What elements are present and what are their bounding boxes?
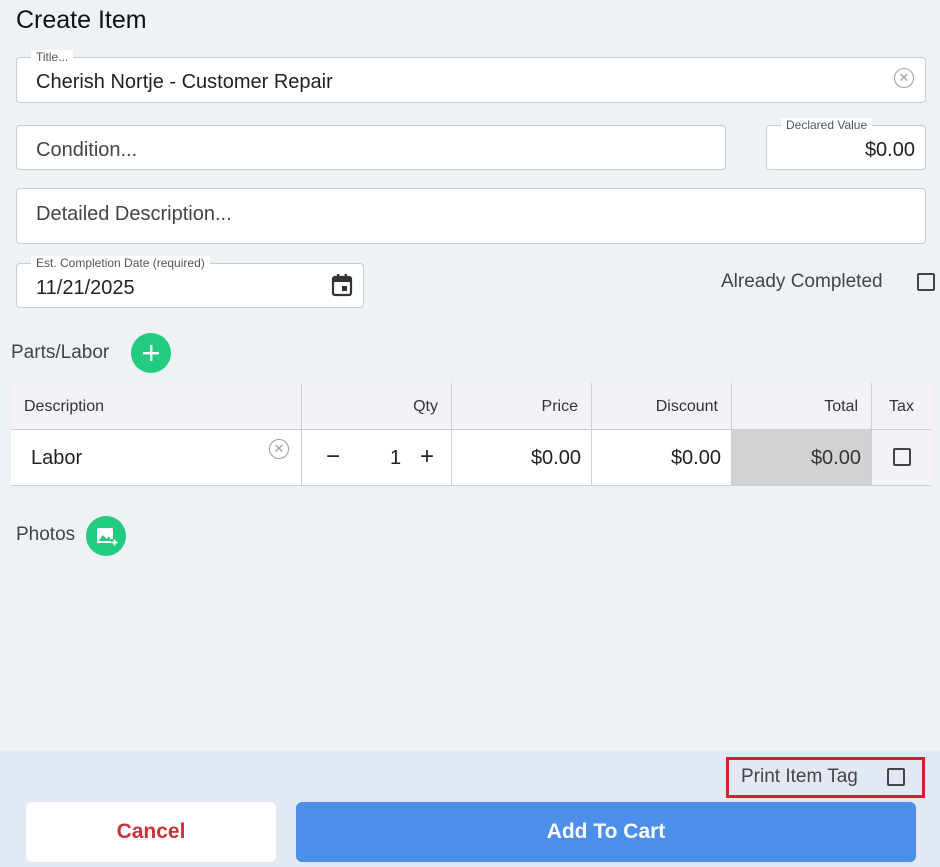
parts-labor-table: Description Qty Price Discount Total Tax…: [11, 383, 931, 486]
print-item-tag-toggle[interactable]: Print Item Tag: [726, 757, 925, 798]
already-completed-label: Already Completed: [721, 271, 883, 292]
title-field[interactable]: Title... Cherish Nortje - Customer Repai…: [16, 50, 926, 103]
price-cell[interactable]: $0.00: [452, 430, 592, 486]
print-item-tag-checkbox[interactable]: [887, 768, 905, 786]
qty-stepper: − 1 +: [302, 430, 452, 486]
add-to-cart-button[interactable]: Add To Cart: [296, 802, 916, 862]
parts-labor-label: Parts/Labor: [11, 342, 110, 363]
tax-cell: [872, 430, 931, 486]
col-description: Description: [11, 383, 302, 430]
qty-value[interactable]: 1: [390, 430, 401, 486]
discount-cell[interactable]: $0.00: [592, 430, 732, 486]
col-tax: Tax: [872, 383, 931, 430]
cancel-button[interactable]: Cancel: [26, 802, 276, 862]
declared-value-field[interactable]: Declared Value $0.00: [766, 118, 926, 170]
print-item-tag-label: Print Item Tag: [741, 766, 858, 787]
col-qty: Qty: [302, 383, 452, 430]
minus-icon[interactable]: −: [326, 430, 340, 484]
description-placeholder: Detailed Description...: [36, 203, 232, 225]
row-description-value: Labor: [31, 447, 83, 469]
declared-value-amount: $0.00: [864, 139, 915, 161]
completion-date-value: 11/21/2025: [36, 277, 135, 299]
plus-icon[interactable]: +: [420, 430, 434, 484]
clear-icon[interactable]: ✕: [894, 68, 914, 88]
plus-icon: [143, 345, 159, 361]
declared-value-label: Declared Value: [781, 118, 873, 132]
description-field[interactable]: Detailed Description...: [16, 188, 926, 244]
col-discount: Discount: [592, 383, 732, 430]
completion-date-field[interactable]: Est. Completion Date (required) 11/21/20…: [16, 256, 364, 308]
already-completed-checkbox[interactable]: [917, 273, 935, 291]
title-field-value: Cherish Nortje - Customer Repair: [36, 71, 333, 93]
condition-placeholder: Condition...: [36, 139, 138, 161]
title-field-label: Title...: [31, 50, 74, 64]
photos-label: Photos: [16, 524, 76, 545]
total-cell: $0.00: [732, 430, 872, 486]
add-part-button[interactable]: [131, 333, 171, 373]
tax-checkbox[interactable]: [893, 448, 911, 466]
clear-icon[interactable]: ✕: [269, 439, 289, 459]
calendar-icon[interactable]: [331, 273, 353, 297]
col-price: Price: [452, 383, 592, 430]
col-total: Total: [732, 383, 872, 430]
row-description-cell[interactable]: Labor ✕: [11, 430, 302, 486]
page-title: Create Item: [16, 6, 147, 34]
add-photo-button[interactable]: [86, 516, 126, 556]
add-photo-icon: [97, 528, 118, 546]
condition-field[interactable]: Condition...: [16, 125, 726, 170]
completion-date-label: Est. Completion Date (required): [31, 256, 210, 270]
